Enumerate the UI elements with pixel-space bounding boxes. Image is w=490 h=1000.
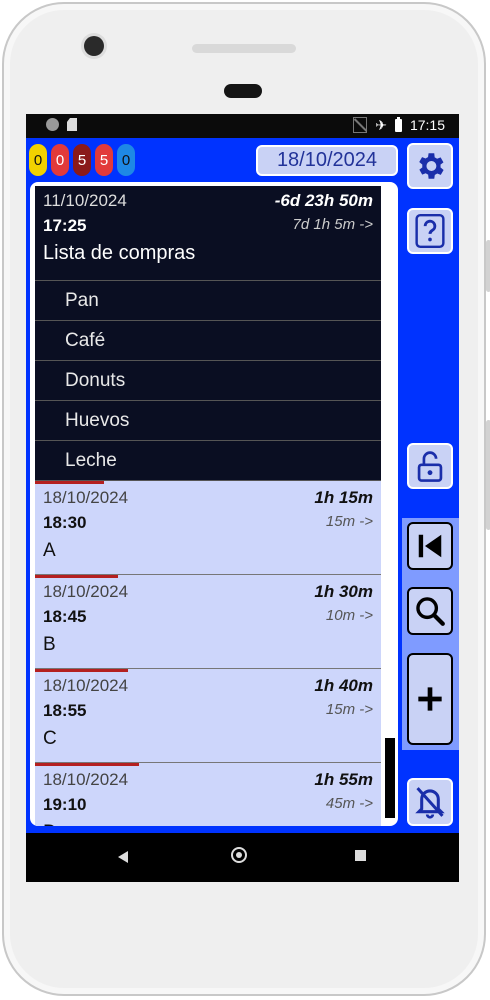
- event-row[interactable]: 18/10/2024 19:10 1h 55m 45m -> D: [35, 763, 381, 826]
- list-item-label: Pan: [65, 290, 99, 311]
- event-date: 18/10/2024: [43, 676, 129, 695]
- event-progress-bar: [35, 669, 129, 672]
- status-bar: ✈ 17:15: [26, 114, 459, 138]
- bell-off-icon: [415, 787, 445, 819]
- event-duration: 1h 40m: [314, 676, 373, 695]
- list-item-label: Café: [65, 330, 106, 351]
- event-time: 17:25: [43, 216, 87, 235]
- list-item[interactable]: Donuts: [35, 361, 381, 401]
- list-item-label: Donuts: [65, 370, 126, 391]
- status-time: 17:15: [409, 117, 445, 133]
- event-progress-bar: [35, 763, 139, 766]
- event-duration: 1h 15m: [314, 488, 373, 507]
- scrollbar-thumb[interactable]: [385, 738, 395, 818]
- event-title: B: [43, 634, 56, 655]
- search-button[interactable]: [407, 587, 453, 635]
- list-item[interactable]: Pan: [35, 281, 381, 321]
- android-nav-bar: [26, 833, 459, 882]
- event-date: 18/10/2024: [43, 770, 129, 789]
- counter-badges: 00550: [29, 144, 135, 176]
- event-list[interactable]: 11/10/2024 17:25 -6d 23h 50m 7d 1h 5m ->…: [30, 182, 398, 826]
- event-time: 18:30: [43, 513, 87, 532]
- plus-icon: [418, 687, 442, 711]
- lock-button[interactable]: [407, 443, 453, 489]
- list-item[interactable]: Huevos: [35, 401, 381, 441]
- list-item-label: Huevos: [65, 410, 130, 431]
- event-date: 11/10/2024: [43, 191, 127, 210]
- event-row[interactable]: 18/10/2024 18:30 1h 15m 15m -> A: [35, 481, 381, 575]
- event-date: 18/10/2024: [43, 582, 129, 601]
- event-title: Lista de compras: [43, 242, 196, 264]
- event-time: 18:55: [43, 701, 87, 720]
- home-icon[interactable]: [231, 847, 247, 863]
- event-time: 19:10: [43, 795, 87, 814]
- settings-button[interactable]: [407, 143, 453, 189]
- counter-badge[interactable]: 5: [73, 144, 91, 176]
- counter-badge[interactable]: 5: [95, 144, 113, 176]
- event-list-content[interactable]: 11/10/2024 17:25 -6d 23h 50m 7d 1h 5m ->…: [35, 186, 381, 826]
- event-duration: 1h 55m: [314, 770, 373, 789]
- screen: ✈ 17:15 00550 18/10/2024 11/10/2024 17:2…: [26, 114, 459, 882]
- counter-badge[interactable]: 0: [51, 144, 69, 176]
- volume-button: [486, 420, 490, 530]
- gear-icon: [419, 153, 444, 179]
- list-item[interactable]: Café: [35, 321, 381, 361]
- event-title: C: [43, 728, 57, 749]
- front-camera: [84, 36, 104, 56]
- recent-apps-icon[interactable]: [355, 850, 366, 861]
- current-date-button[interactable]: 18/10/2024: [256, 145, 398, 176]
- event-title: A: [43, 540, 56, 561]
- earpiece-speaker: [192, 44, 296, 53]
- event-title: D: [43, 822, 57, 826]
- airplane-icon: ✈: [375, 117, 387, 133]
- event-row[interactable]: 18/10/2024 18:45 1h 30m 10m -> B: [35, 575, 381, 669]
- go-to-first-button[interactable]: [407, 522, 453, 570]
- event-progress-bar: [35, 481, 105, 484]
- event-progress-bar: [35, 575, 119, 578]
- notification-icon: [46, 118, 59, 131]
- list-item-label: Leche: [65, 450, 117, 471]
- counter-badge[interactable]: 0: [117, 144, 135, 176]
- event-remaining: 45m ->: [325, 795, 373, 812]
- sd-card-icon: [67, 118, 77, 131]
- alarm-toggle-button[interactable]: [407, 778, 453, 826]
- list-header-event[interactable]: 11/10/2024 17:25 -6d 23h 50m 7d 1h 5m ->…: [35, 186, 381, 281]
- battery-icon: [394, 116, 402, 132]
- event-remaining: 10m ->: [325, 607, 373, 624]
- event-duration: 1h 30m: [314, 582, 373, 601]
- add-event-button[interactable]: [407, 653, 453, 745]
- back-icon[interactable]: [118, 851, 128, 863]
- event-duration: -6d 23h 50m: [274, 191, 373, 210]
- list-item[interactable]: Leche: [35, 441, 381, 481]
- event-remaining: 15m ->: [325, 701, 373, 718]
- event-remaining: 15m ->: [325, 513, 373, 530]
- event-row[interactable]: 18/10/2024 18:55 1h 40m 15m -> C: [35, 669, 381, 763]
- skip-to-start-icon: [418, 534, 442, 558]
- magnifier-icon: [416, 597, 445, 626]
- no-sim-icon: [353, 117, 368, 133]
- proximity-sensor: [224, 84, 262, 98]
- event-remaining: 7d 1h 5m ->: [292, 216, 373, 233]
- question-icon: [415, 214, 445, 248]
- help-button[interactable]: [407, 208, 453, 254]
- lock-open-icon: [417, 451, 443, 482]
- event-date: 18/10/2024: [43, 488, 129, 507]
- power-button: [486, 240, 490, 292]
- event-time: 18:45: [43, 607, 87, 626]
- counter-badge[interactable]: 0: [29, 144, 47, 176]
